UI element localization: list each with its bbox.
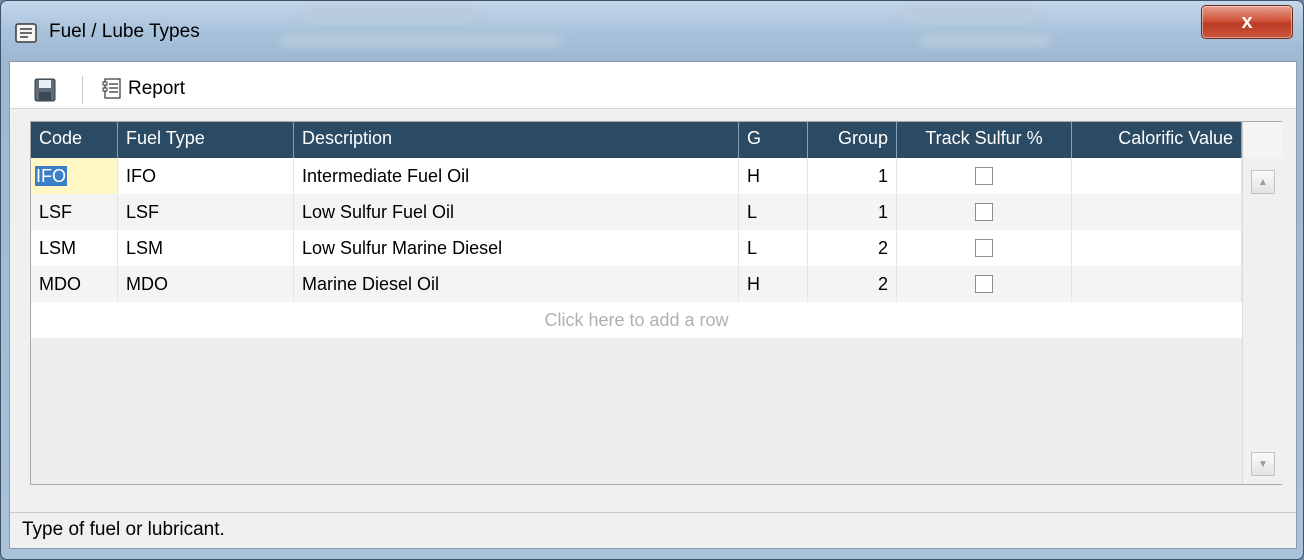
close-icon: x: [1241, 10, 1253, 33]
column-header-calorific-value[interactable]: Calorific Value: [1072, 122, 1242, 158]
cell-g[interactable]: L: [739, 230, 808, 266]
report-icon: [102, 78, 121, 99]
report-button[interactable]: Report: [102, 75, 185, 103]
cell-code[interactable]: LSF: [31, 194, 118, 230]
cell-code-text[interactable]: IFO: [35, 166, 67, 186]
cell-calorific-value[interactable]: [1072, 266, 1242, 302]
background-blur: [301, 7, 481, 21]
table-row[interactable]: IFO IFO Intermediate Fuel Oil H 1: [31, 158, 1242, 194]
column-header-g[interactable]: G: [739, 122, 808, 158]
fuel-types-grid: Code Fuel Type Description G Group Track…: [30, 121, 1282, 485]
cell-track-sulfur: [897, 158, 1072, 194]
window-list-icon: [15, 23, 37, 43]
cell-calorific-value[interactable]: [1072, 194, 1242, 230]
column-header-fuel-type[interactable]: Fuel Type: [118, 122, 294, 158]
table-row[interactable]: LSF LSF Low Sulfur Fuel Oil L 1: [31, 194, 1242, 230]
add-row-button[interactable]: Click here to add a row: [31, 302, 1242, 338]
save-icon[interactable]: [34, 78, 56, 102]
status-bar: Type of fuel or lubricant.: [10, 512, 1296, 548]
column-header-code[interactable]: Code: [31, 122, 118, 158]
column-header-group[interactable]: Group: [808, 122, 897, 158]
cell-description[interactable]: Intermediate Fuel Oil: [294, 158, 739, 194]
column-header-track-sulfur[interactable]: Track Sulfur %: [897, 122, 1072, 158]
vertical-scrollbar[interactable]: ▲ ▼: [1242, 158, 1282, 484]
cell-fuel-type[interactable]: LSM: [118, 230, 294, 266]
cell-track-sulfur: [897, 266, 1072, 302]
window-title: Fuel / Lube Types: [49, 21, 200, 42]
cell-description[interactable]: Marine Diesel Oil: [294, 266, 739, 302]
cell-track-sulfur: [897, 230, 1072, 266]
cell-code[interactable]: LSM: [31, 230, 118, 266]
cell-g[interactable]: L: [739, 194, 808, 230]
cell-g[interactable]: H: [739, 266, 808, 302]
close-button[interactable]: x: [1201, 5, 1293, 39]
cell-calorific-value[interactable]: [1072, 230, 1242, 266]
track-sulfur-checkbox[interactable]: [975, 167, 993, 185]
cell-group[interactable]: 1: [808, 194, 897, 230]
cell-group[interactable]: 2: [808, 266, 897, 302]
background-blur: [921, 35, 1051, 47]
cell-group[interactable]: 2: [808, 230, 897, 266]
grid-rows: IFO IFO Intermediate Fuel Oil H 1 LSF LS…: [31, 158, 1242, 302]
table-row[interactable]: MDO MDO Marine Diesel Oil H 2: [31, 266, 1242, 302]
scroll-up-icon[interactable]: ▲: [1251, 170, 1275, 194]
cell-fuel-type[interactable]: MDO: [118, 266, 294, 302]
cell-fuel-type[interactable]: LSF: [118, 194, 294, 230]
cell-code[interactable]: IFO: [31, 158, 118, 194]
scroll-down-icon[interactable]: ▼: [1251, 452, 1275, 476]
background-blur: [281, 35, 561, 47]
cell-code[interactable]: MDO: [31, 266, 118, 302]
grid-header: Code Fuel Type Description G Group Track…: [31, 122, 1242, 158]
grid-header-corner: [1242, 122, 1282, 158]
track-sulfur-checkbox[interactable]: [975, 275, 993, 293]
cell-group[interactable]: 1: [808, 158, 897, 194]
background-blur: [901, 7, 1041, 21]
toolbar: Report: [10, 62, 1296, 109]
cell-track-sulfur: [897, 194, 1072, 230]
cell-description[interactable]: Low Sulfur Fuel Oil: [294, 194, 739, 230]
column-header-description[interactable]: Description: [294, 122, 739, 158]
window-frame: Fuel / Lube Types x Report Code Fuel Typ…: [0, 0, 1304, 560]
cell-fuel-type[interactable]: IFO: [118, 158, 294, 194]
window-client: Report Code Fuel Type Description G Grou…: [9, 61, 1297, 549]
cell-description[interactable]: Low Sulfur Marine Diesel: [294, 230, 739, 266]
track-sulfur-checkbox[interactable]: [975, 203, 993, 221]
cell-calorific-value[interactable]: [1072, 158, 1242, 194]
cell-g[interactable]: H: [739, 158, 808, 194]
toolbar-separator: [82, 76, 83, 104]
table-row[interactable]: LSM LSM Low Sulfur Marine Diesel L 2: [31, 230, 1242, 266]
report-label: Report: [128, 78, 186, 99]
track-sulfur-checkbox[interactable]: [975, 239, 993, 257]
